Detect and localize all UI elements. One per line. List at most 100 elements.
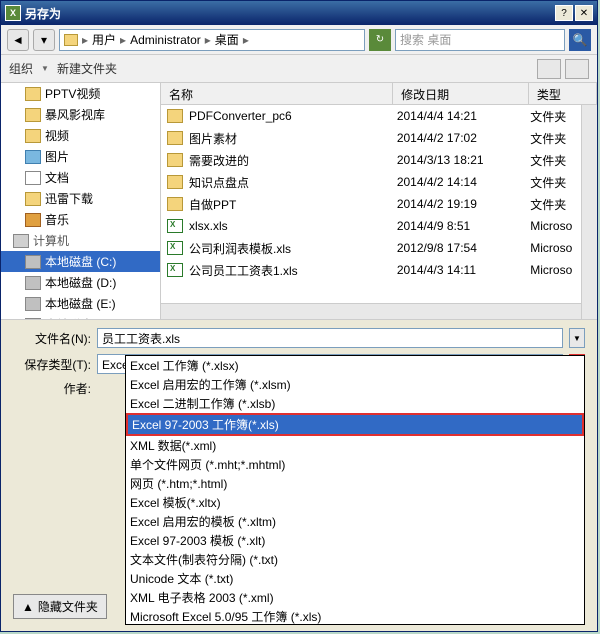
filetype-option[interactable]: 文本文件(制表符分隔) (*.txt) bbox=[126, 550, 584, 569]
filetype-option[interactable]: Excel 启用宏的模板 (*.xltm) bbox=[126, 512, 584, 531]
file-date: 2014/4/9 8:51 bbox=[397, 219, 530, 233]
file-date: 2014/3/13 18:21 bbox=[397, 153, 530, 167]
chevron-down-icon: ▼ bbox=[41, 64, 49, 73]
breadcrumb[interactable]: ▸ 用户 ▸ Administrator ▸ 桌面 ▸ bbox=[59, 29, 365, 51]
filetype-option[interactable]: Excel 模板(*.xltx) bbox=[126, 493, 584, 512]
horizontal-scrollbar[interactable] bbox=[161, 303, 581, 319]
filename-input[interactable]: 员工工资表.xls bbox=[97, 328, 563, 348]
drive-label: 本地磁盘 (E:) bbox=[45, 295, 116, 312]
filetype-option[interactable]: Excel 工作簿 (*.xlsx) bbox=[126, 356, 584, 375]
filetype-option[interactable]: Excel 97-2003 工作簿(*.xls) bbox=[126, 413, 584, 436]
tree-item[interactable]: 迅雷下载 bbox=[1, 188, 160, 209]
save-as-dialog: X 另存为 ? ✕ ◄ ▾ ▸ 用户 ▸ Administrator ▸ 桌面 … bbox=[0, 0, 598, 632]
search-button[interactable]: 🔍 bbox=[569, 29, 591, 51]
file-name: 自做PPT bbox=[189, 196, 397, 213]
filetype-option[interactable]: Unicode 文本 (*.txt) bbox=[126, 569, 584, 588]
drive-item[interactable]: 本地磁盘 (D:) bbox=[1, 272, 160, 293]
folder-icon bbox=[25, 150, 41, 164]
view-button[interactable] bbox=[537, 59, 561, 79]
folder-tree[interactable]: PPTV视频暴风影视库视频图片文档迅雷下载音乐计算机本地磁盘 (C:) 本地磁盘 … bbox=[1, 83, 161, 319]
chevron-up-icon: ▲ bbox=[22, 600, 34, 614]
file-row[interactable]: 图片素材2014/4/2 17:02文件夹 bbox=[161, 127, 597, 149]
file-row[interactable]: 需要改进的2014/3/13 18:21文件夹 bbox=[161, 149, 597, 171]
drive-label: 本地磁盘 (F:) bbox=[45, 316, 115, 319]
filetype-option[interactable]: XML 数据(*.xml) bbox=[126, 436, 584, 455]
folder-icon bbox=[25, 171, 41, 185]
filename-dropdown[interactable]: ▼ bbox=[569, 328, 585, 348]
folder-icon bbox=[64, 34, 78, 46]
drive-item[interactable]: 本地磁盘 (F:) bbox=[1, 314, 160, 319]
tree-label: 文档 bbox=[45, 169, 69, 186]
drive-label: 本地磁盘 (C:) bbox=[45, 253, 116, 270]
titlebar: X 另存为 ? ✕ bbox=[1, 1, 597, 25]
col-date[interactable]: 修改日期 bbox=[393, 83, 529, 104]
tree-item[interactable]: 文档 bbox=[1, 167, 160, 188]
drive-icon bbox=[25, 276, 41, 290]
crumb-desktop[interactable]: 桌面 bbox=[215, 31, 239, 48]
file-icon bbox=[167, 131, 183, 145]
close-button[interactable]: ✕ bbox=[575, 5, 593, 21]
drive-icon bbox=[25, 318, 41, 320]
search-input[interactable]: 搜索 桌面 bbox=[395, 29, 565, 51]
file-name: 需要改进的 bbox=[189, 152, 397, 169]
file-name: xlsx.xls bbox=[189, 219, 397, 233]
tree-item[interactable]: 暴风影视库 bbox=[1, 104, 160, 125]
file-date: 2014/4/4 14:21 bbox=[397, 109, 530, 123]
hide-folders-label: 隐藏文件夹 bbox=[38, 598, 98, 615]
file-name: 公司员工工资表1.xls bbox=[189, 262, 397, 279]
filetype-dropdown-list[interactable]: Excel 工作簿 (*.xlsx)Excel 启用宏的工作簿 (*.xlsm)… bbox=[125, 355, 585, 625]
file-date: 2014/4/2 14:14 bbox=[397, 175, 530, 189]
file-row[interactable]: xlsx.xls2014/4/9 8:51Microso bbox=[161, 215, 597, 237]
file-row[interactable]: 公司利润表模板.xls2012/9/8 17:54Microso bbox=[161, 237, 597, 259]
filetype-option[interactable]: Excel 97-2003 模板 (*.xlt) bbox=[126, 531, 584, 550]
col-type[interactable]: 类型 bbox=[529, 83, 597, 104]
file-date: 2014/4/3 14:11 bbox=[397, 263, 530, 277]
file-icon bbox=[167, 197, 183, 211]
tree-item[interactable]: 视频 bbox=[1, 125, 160, 146]
vertical-scrollbar[interactable] bbox=[581, 105, 597, 319]
tree-label: 迅雷下载 bbox=[45, 190, 93, 207]
refresh-button[interactable]: ↻ bbox=[369, 29, 391, 51]
filetype-option[interactable]: 单个文件网页 (*.mht;*.mhtml) bbox=[126, 455, 584, 474]
col-name[interactable]: 名称 bbox=[161, 83, 393, 104]
file-row[interactable]: PDFConverter_pc62014/4/4 14:21文件夹 bbox=[161, 105, 597, 127]
folder-icon bbox=[25, 87, 41, 101]
filetype-option[interactable]: Excel 二进制工作簿 (*.xlsb) bbox=[126, 394, 584, 413]
drive-item[interactable]: 本地磁盘 (E:) bbox=[1, 293, 160, 314]
file-date: 2014/4/2 19:19 bbox=[397, 197, 530, 211]
dialog-title: 另存为 bbox=[25, 5, 555, 22]
tree-item[interactable]: PPTV视频 bbox=[1, 83, 160, 104]
toolbar: 组织 ▼ 新建文件夹 bbox=[1, 55, 597, 83]
file-icon bbox=[167, 263, 183, 277]
drive-label: 本地磁盘 (D:) bbox=[45, 274, 116, 291]
tree-item[interactable]: 音乐 bbox=[1, 209, 160, 230]
filename-label: 文件名(N): bbox=[13, 330, 91, 347]
filetype-option[interactable]: Microsoft Excel 5.0/95 工作簿 (*.xls) bbox=[126, 607, 584, 625]
column-headers: 名称 修改日期 类型 bbox=[161, 83, 597, 105]
new-folder-button[interactable]: 新建文件夹 bbox=[57, 60, 117, 77]
filetype-option[interactable]: 网页 (*.htm;*.html) bbox=[126, 474, 584, 493]
file-list[interactable]: 名称 修改日期 类型 PDFConverter_pc62014/4/4 14:2… bbox=[161, 83, 597, 319]
crumb-users[interactable]: 用户 bbox=[92, 31, 116, 48]
filetype-option[interactable]: Excel 启用宏的工作簿 (*.xlsm) bbox=[126, 375, 584, 394]
help-button[interactable]: ? bbox=[555, 5, 573, 21]
folder-icon bbox=[25, 213, 41, 227]
drive-icon bbox=[25, 255, 41, 269]
tree-item[interactable]: 图片 bbox=[1, 146, 160, 167]
computer-header[interactable]: 计算机 bbox=[1, 230, 160, 251]
file-row[interactable]: 自做PPT2014/4/2 19:19文件夹 bbox=[161, 193, 597, 215]
organize-menu[interactable]: 组织 bbox=[9, 60, 33, 77]
file-icon bbox=[167, 153, 183, 167]
filetype-option[interactable]: XML 电子表格 2003 (*.xml) bbox=[126, 588, 584, 607]
file-row[interactable]: 公司员工工资表1.xls2014/4/3 14:11Microso bbox=[161, 259, 597, 281]
hide-folders-button[interactable]: ▲ 隐藏文件夹 bbox=[13, 594, 107, 619]
forward-button[interactable]: ▾ bbox=[33, 29, 55, 51]
tree-label: 音乐 bbox=[45, 211, 69, 228]
help-toolbar-button[interactable] bbox=[565, 59, 589, 79]
back-button[interactable]: ◄ bbox=[7, 29, 29, 51]
crumb-admin[interactable]: Administrator bbox=[130, 33, 201, 47]
file-date: 2012/9/8 17:54 bbox=[397, 241, 530, 255]
drive-item[interactable]: 本地磁盘 (C:) bbox=[1, 251, 160, 272]
file-row[interactable]: 知识点盘点2014/4/2 14:14文件夹 bbox=[161, 171, 597, 193]
excel-icon: X bbox=[5, 5, 21, 21]
